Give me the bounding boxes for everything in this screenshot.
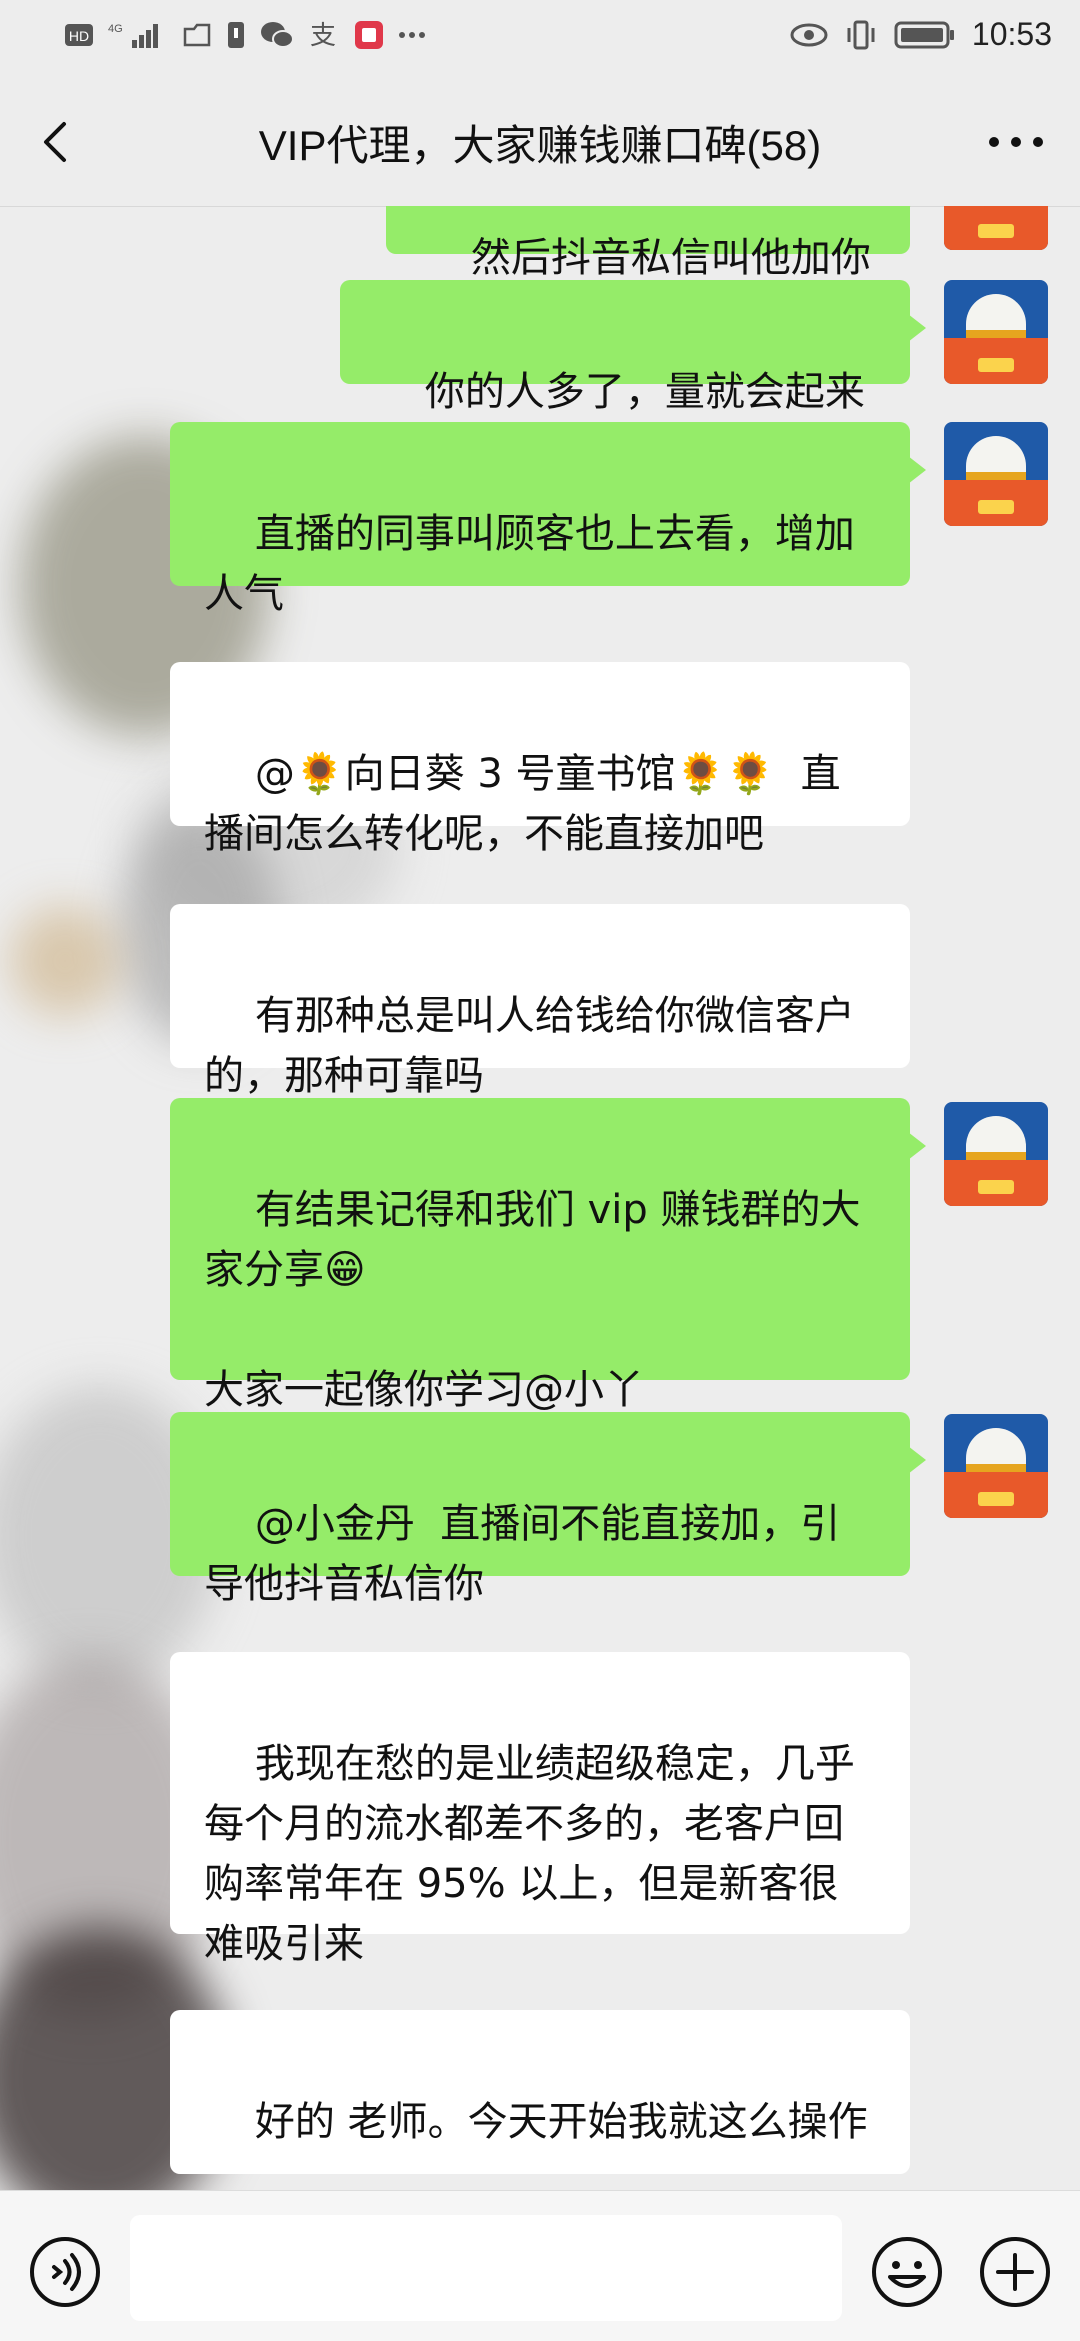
plus-icon[interactable] [978, 2235, 1052, 2309]
message-list[interactable]: 然后抖音私信叫他加你 你的人多了，量就会起来 直播的同事叫顾客也上去看，增加人气… [0, 206, 1080, 2190]
hd-icon: HD [65, 24, 93, 46]
sim-icon [228, 22, 244, 48]
status-time: 10:53 [971, 16, 1052, 52]
more-horizontal-icon[interactable] [986, 126, 1046, 158]
status-bar: HD 4G 支 10:53 [0, 0, 1080, 78]
avatar[interactable] [944, 1102, 1048, 1206]
alipay-icon: 支 [310, 21, 336, 50]
folder-icon [183, 23, 211, 47]
message-bubble-received[interactable]: 我现在愁的是业绩超级稳定，几乎每个月的流水都差不多的，老客户回购率常年在 95%… [170, 1652, 910, 1967]
voice-icon[interactable] [28, 2235, 102, 2309]
vibrate-icon [847, 20, 875, 49]
avatar[interactable] [944, 1414, 1048, 1518]
avatar[interactable] [944, 206, 1048, 250]
battery-icon [894, 21, 954, 48]
svg-text:HD: HD [69, 28, 89, 44]
message-text: 直播的同事叫顾客也上去看，增加人气 [204, 511, 855, 617]
app-red-icon [355, 21, 383, 49]
emoji-icon[interactable] [870, 2235, 944, 2309]
message-text: 有那种总是叫人给钱给你微信客户的，那种可靠吗 [204, 993, 855, 1099]
signal-icon: 4G [108, 23, 158, 48]
message-bubble-received[interactable]: @🌻向日葵 3 号童书馆🌻🌻 直播间怎么转化呢，不能直接加吧 [170, 662, 910, 857]
message-input[interactable] [130, 2215, 842, 2321]
chat-header: VIP代理，大家赚钱赚口碑(58) [0, 78, 1080, 207]
input-bar [0, 2190, 1080, 2341]
message-bubble-sent[interactable]: 有结果记得和我们 vip 赚钱群的大家分享😁 大家一起像你学习@小丫 [170, 1098, 926, 1413]
message-text: @小金丹 直播间不能直接加，引导他抖音私信你 [204, 1501, 841, 1607]
avatar[interactable] [944, 280, 1048, 384]
message-text: 有结果记得和我们 vip 赚钱群的大家分享😁 大家一起像你学习@小丫 [204, 1187, 861, 1413]
message-bubble-sent[interactable]: 你的人多了，量就会起来 [340, 280, 926, 415]
message-bubble-sent[interactable]: 直播的同事叫顾客也上去看，增加人气 [170, 422, 926, 617]
message-bubble-received[interactable]: 好的 老师。今天开始我就这么操作 [170, 2010, 910, 2174]
message-text: 然后抖音私信叫他加你 [470, 235, 871, 281]
more-dots-icon [399, 32, 425, 38]
message-text: 好的 老师。今天开始我就这么操作 [254, 2099, 868, 2145]
status-right-icons: 10:53 [790, 16, 1052, 53]
svg-text:4G: 4G [108, 23, 123, 35]
wechat-icon [261, 22, 294, 48]
avatar[interactable] [944, 422, 1048, 526]
eye-icon [790, 23, 828, 46]
message-text: @🌻向日葵 3 号童书馆🌻🌻 直播间怎么转化呢，不能直接加吧 [204, 751, 841, 857]
message-text: 你的人多了，量就会起来 [424, 369, 865, 415]
blur-smear [10, 906, 120, 1016]
status-left-icons: HD 4G 支 [64, 20, 426, 50]
message-bubble-sent[interactable]: 然后抖音私信叫他加你 [386, 206, 926, 281]
message-text: 我现在愁的是业绩超级稳定，几乎每个月的流水都差不多的，老客户回购率常年在 95%… [204, 1741, 855, 1967]
svg-text:支: 支 [310, 21, 336, 50]
message-bubble-received[interactable]: 有那种总是叫人给钱给你微信客户的，那种可靠吗 [170, 904, 910, 1099]
chat-title: VIP代理，大家赚钱赚口碑(58) [258, 122, 822, 169]
message-bubble-sent[interactable]: @小金丹 直播间不能直接加，引导他抖音私信你 [170, 1412, 926, 1607]
